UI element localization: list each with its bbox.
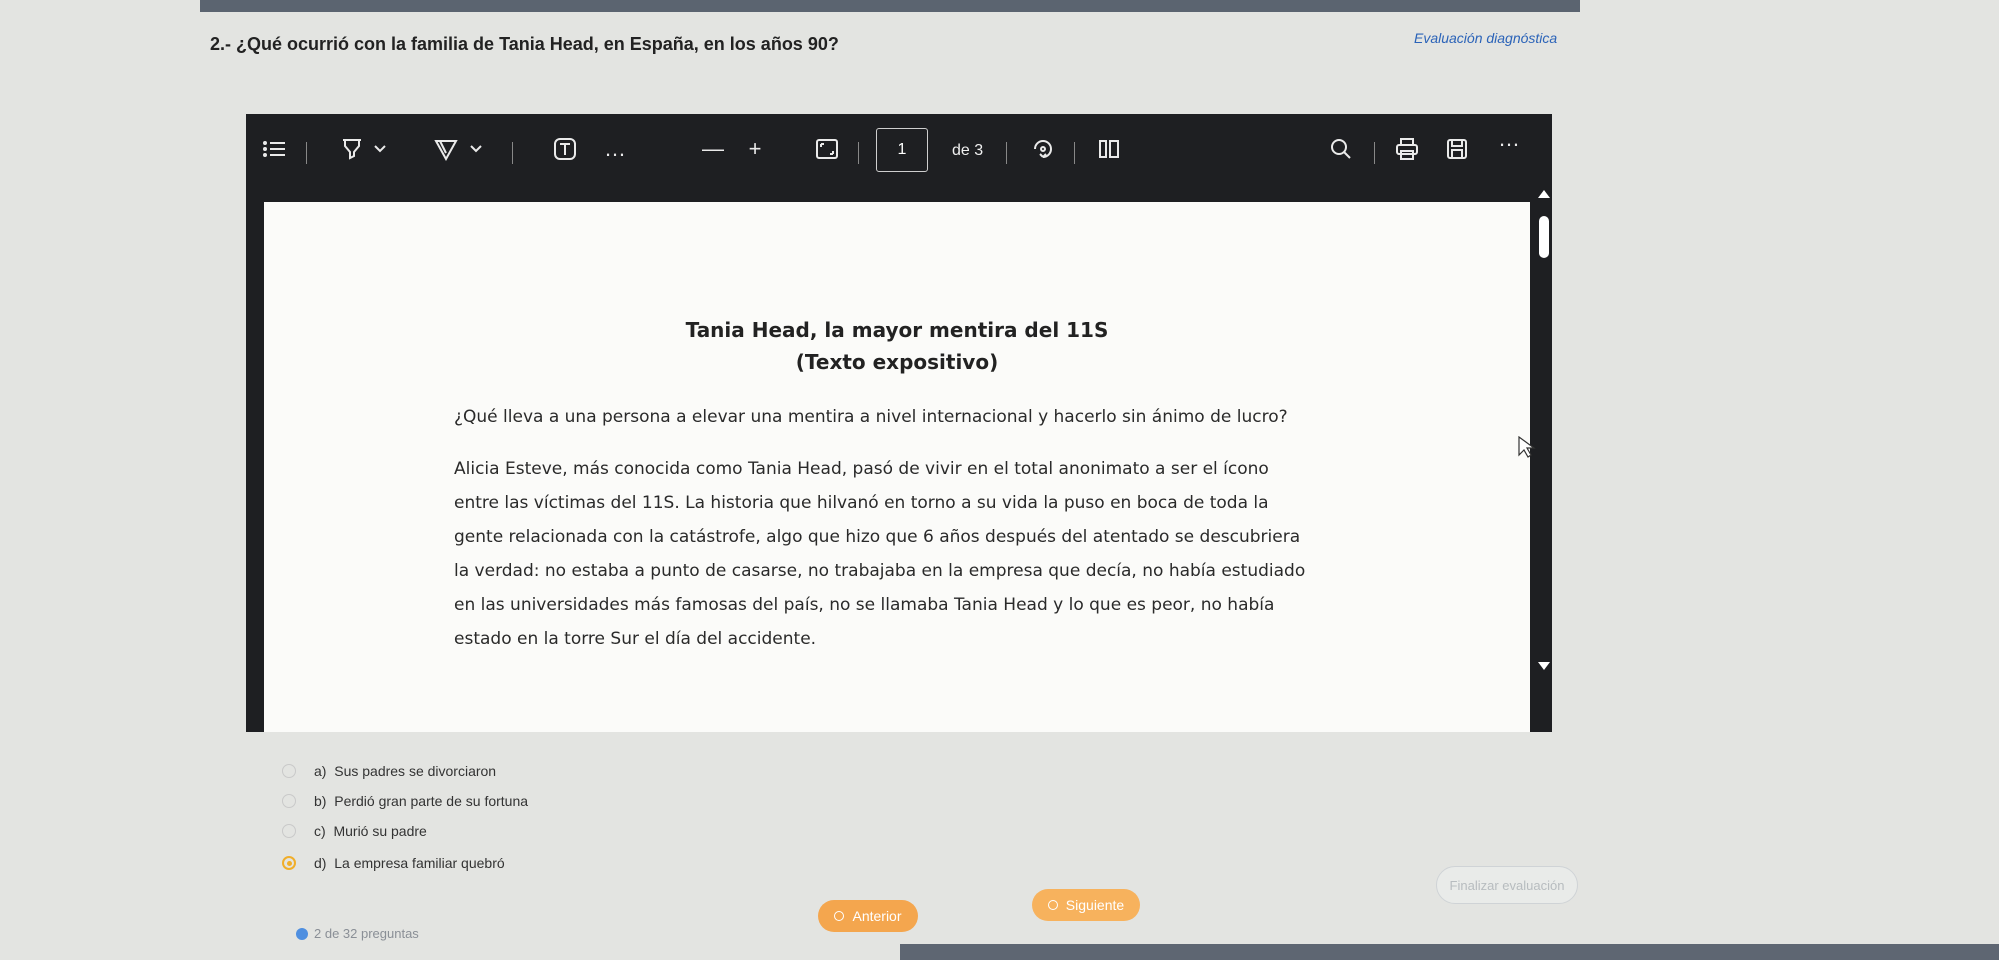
previous-label: Anterior — [852, 908, 902, 924]
body-line: en las universidades más famosas del paí… — [454, 595, 1275, 615]
option-letter: d) — [314, 855, 327, 871]
zoom-in-button[interactable]: + — [740, 134, 770, 164]
zoom-out-button[interactable]: — — [698, 134, 728, 164]
chevron-down-icon[interactable] — [466, 134, 486, 164]
body-line: entre las víctimas del 11S. La historia … — [454, 493, 1269, 513]
option-text: La empresa familiar quebró — [334, 855, 505, 871]
previous-button[interactable]: Anterior — [818, 900, 918, 932]
mouse-cursor-icon — [1518, 435, 1536, 463]
print-icon[interactable] — [1392, 134, 1422, 164]
radio-button-selected[interactable] — [282, 856, 296, 870]
toolbar-divider — [512, 142, 513, 164]
save-icon[interactable] — [1442, 134, 1472, 164]
toolbar-divider — [306, 142, 307, 164]
document-page: Tania Head, la mayor mentira del 11S (Te… — [264, 202, 1536, 732]
draw-icon[interactable] — [430, 134, 462, 164]
top-strip — [200, 0, 1580, 12]
body-line: la verdad: no estaba a punto de casarse,… — [454, 561, 1306, 581]
pdf-toolbar: … — + 1 de 3 … — [246, 114, 1552, 186]
evaluation-tag: Evaluación diagnóstica — [1414, 30, 1558, 46]
scroll-thumb[interactable] — [1539, 216, 1549, 258]
question-counter: 2 de 32 preguntas — [296, 926, 419, 941]
read-aloud-icon[interactable] — [1094, 134, 1124, 164]
option-letter: a) — [314, 763, 327, 779]
arrow-left-icon — [834, 911, 845, 921]
radio-button[interactable] — [282, 764, 296, 778]
text-box-icon[interactable] — [550, 134, 580, 164]
page-number-input[interactable]: 1 — [876, 128, 928, 172]
toolbar-divider — [1074, 142, 1075, 164]
list-icon[interactable] — [260, 134, 290, 164]
pdf-viewer: … — + 1 de 3 … Tania Head, la mayor ment… — [246, 114, 1552, 732]
bottom-strip — [900, 944, 1999, 960]
more-tools-button[interactable]: … — [600, 134, 630, 164]
question-counter-label: 2 de 32 preguntas — [314, 926, 419, 941]
option-b[interactable]: b) Perdió gran parte de su fortuna — [282, 788, 602, 814]
document-body: Alicia Esteve, más conocida como Tania H… — [454, 452, 1374, 656]
intro-paragraph: ¿Qué lleva a una persona a elevar una me… — [454, 407, 1288, 427]
search-icon[interactable] — [1326, 134, 1356, 164]
body-line: gente relacionada con la catástrofe, alg… — [454, 527, 1301, 547]
question-title: 2.- ¿Qué ocurrió con la familia de Tania… — [210, 34, 839, 54]
highlighter-icon[interactable] — [336, 134, 368, 164]
option-letter: c) — [314, 823, 326, 839]
arrow-right-icon — [1047, 900, 1058, 910]
option-c[interactable]: c) Murió su padre — [282, 818, 602, 844]
document-subtitle: (Texto expositivo) — [795, 350, 999, 374]
scroll-up-icon[interactable] — [1538, 190, 1550, 198]
rotate-icon[interactable] — [1028, 134, 1058, 164]
radio-button[interactable] — [282, 794, 296, 808]
toolbar-divider — [1374, 142, 1375, 164]
vertical-scrollbar[interactable] — [1536, 186, 1552, 732]
scroll-down-icon[interactable] — [1538, 662, 1550, 670]
finish-evaluation-button[interactable]: Finalizar evaluación — [1436, 866, 1578, 904]
option-text: Sus padres se divorciaron — [334, 763, 497, 779]
next-button[interactable]: Siguiente — [1032, 889, 1140, 921]
body-line: Alicia Esteve, más conocida como Tania H… — [454, 459, 1269, 479]
option-text: Murió su padre — [333, 823, 427, 839]
radio-button[interactable] — [282, 824, 296, 838]
toolbar-divider — [1006, 142, 1007, 164]
document-intro: ¿Qué lleva a una persona a elevar una me… — [454, 400, 1374, 434]
overflow-menu-button[interactable]: … — [1494, 124, 1524, 154]
document-title: Tania Head, la mayor mentira del 11S — [685, 318, 1109, 342]
info-icon — [296, 927, 308, 940]
option-d[interactable]: d) La empresa familiar quebró — [282, 850, 602, 876]
chevron-down-icon[interactable] — [370, 134, 390, 164]
next-label: Siguiente — [1065, 897, 1125, 913]
option-letter: b) — [314, 793, 327, 809]
page-total-label: de 3 — [952, 142, 984, 159]
option-a[interactable]: a) Sus padres se divorciaron — [282, 758, 602, 784]
body-line: estado en la torre Sur el día del accide… — [454, 629, 817, 649]
toolbar-divider — [858, 142, 859, 164]
option-text: Perdió gran parte de su fortuna — [334, 793, 529, 809]
fit-page-icon[interactable] — [812, 134, 842, 164]
